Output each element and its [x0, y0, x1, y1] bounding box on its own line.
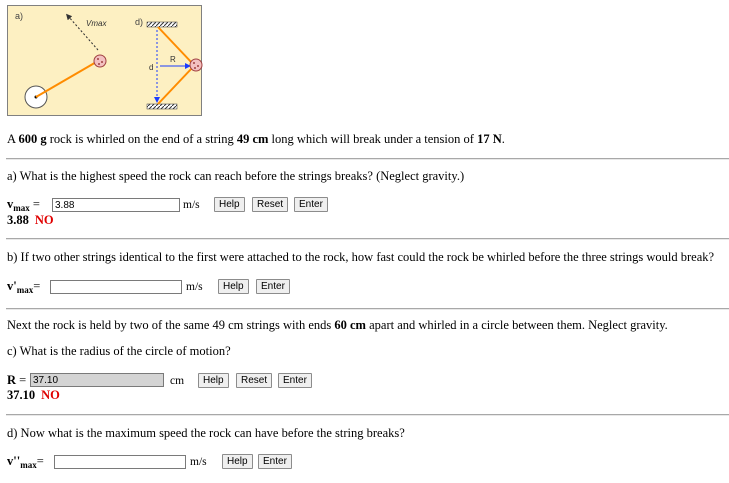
part-a-variable: vmax = — [7, 197, 40, 213]
part-c-help-button[interactable]: Help — [198, 373, 229, 388]
part-a-status: NO — [34, 213, 54, 227]
part-a-help-button[interactable]: Help — [214, 197, 245, 212]
divider — [6, 414, 729, 416]
bottom-support — [146, 103, 178, 110]
part-b-help-button[interactable]: Help — [218, 279, 249, 294]
part-c-result: 37.10 NO — [7, 388, 60, 402]
part-c-setup: Next the rock is held by two of the same… — [7, 318, 668, 332]
divider — [6, 158, 729, 160]
radius-label: R — [170, 55, 176, 64]
part-c-enter-button[interactable]: Enter — [278, 373, 312, 388]
figure-label-a: a) — [15, 11, 23, 21]
part-c-question: c) What is the radius of the circle of m… — [7, 344, 231, 358]
part-d-help-button[interactable]: Help — [222, 454, 253, 469]
part-a-reset-button[interactable]: Reset — [252, 197, 289, 212]
part-d-answer-input[interactable] — [54, 455, 186, 469]
part-a-result: 3.88 NO — [7, 213, 54, 227]
rock-a — [93, 54, 107, 68]
part-c-answer-input[interactable] — [30, 373, 164, 387]
part-d-enter-button[interactable]: Enter — [258, 454, 292, 469]
part-b-answer-input[interactable] — [50, 280, 182, 294]
part-a-unit: m/s — [183, 199, 200, 211]
separation-value: 60 cm — [334, 318, 366, 332]
vmax-label: Vmax — [86, 19, 107, 28]
part-b-enter-button[interactable]: Enter — [256, 279, 290, 294]
length-value: 49 cm — [236, 132, 269, 146]
string-d-bottom — [157, 66, 194, 105]
part-d-unit: m/s — [190, 456, 207, 468]
part-b-question: b) If two other strings identical to the… — [7, 250, 715, 264]
part-c-unit: cm — [170, 375, 185, 387]
diagram-svg: a) Vmax d) R d — [15, 11, 203, 110]
distance-label: d — [149, 63, 153, 72]
figure-label-d: d) — [135, 17, 143, 27]
part-c-status: NO — [41, 388, 60, 402]
part-a-answer-input[interactable] — [52, 198, 180, 212]
top-support — [146, 21, 178, 28]
mass-value: 600 g — [18, 132, 47, 146]
part-b-unit: m/s — [186, 281, 203, 293]
problem-statement: A 600 g rock is whirled on the end of a … — [7, 132, 505, 146]
rock-d — [189, 58, 203, 72]
divider — [6, 238, 729, 240]
part-b-variable: v'max= — [7, 279, 41, 295]
diagram-figure: a) Vmax d) R d — [7, 5, 203, 116]
part-c-variable: R = — [7, 373, 27, 387]
part-d-variable: v''max= — [7, 454, 44, 470]
part-c-reset-button[interactable]: Reset — [236, 373, 273, 388]
tension-value: 17 N — [477, 132, 502, 146]
part-a-enter-button[interactable]: Enter — [294, 197, 328, 212]
divider — [6, 308, 729, 310]
part-d-question: d) Now what is the maximum speed the roc… — [7, 426, 405, 440]
part-a-question: a) What is the highest speed the rock ca… — [7, 169, 465, 183]
string-a — [35, 60, 99, 98]
